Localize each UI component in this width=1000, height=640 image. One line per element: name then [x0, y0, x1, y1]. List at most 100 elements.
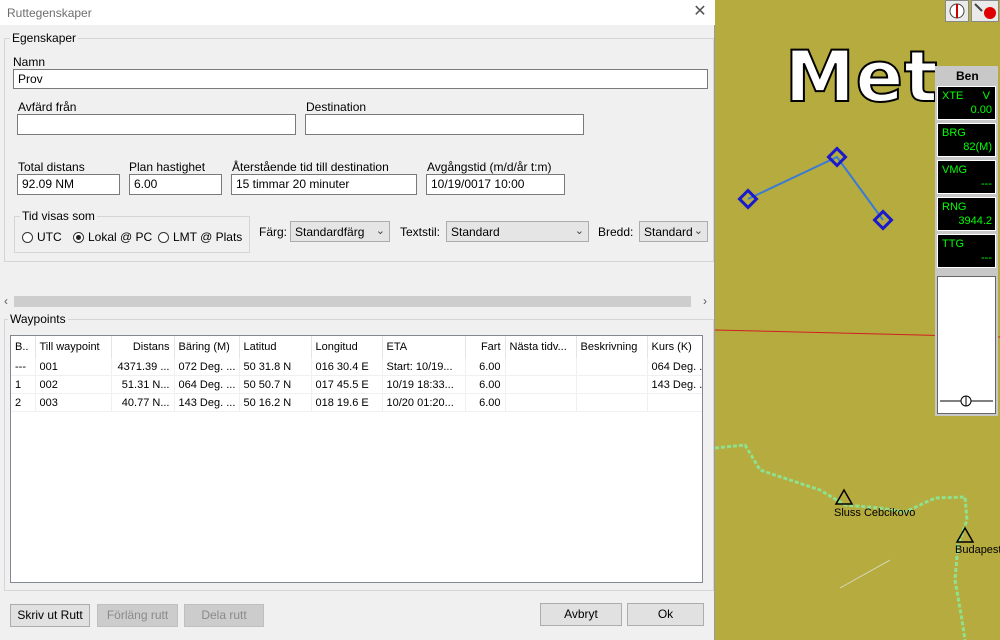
table-cell: 017 45.5 E [311, 375, 383, 394]
compass-icon[interactable] [945, 0, 969, 22]
table-cell: 001 [35, 358, 112, 376]
radio-local-pc[interactable]: Lokal @ PC [73, 230, 152, 244]
destination-label: Destination [306, 100, 367, 114]
time-display-label: Tid visas som [20, 209, 97, 223]
map-place-label: Sluss Cebcikovo [834, 507, 916, 519]
from-field[interactable] [17, 114, 296, 135]
from-label: Avfärd från [18, 100, 77, 114]
column-header[interactable]: Kurs (K) [647, 336, 702, 358]
remaining-time-label: Återstående tid till destination [232, 160, 389, 174]
radio-lmt[interactable]: LMT @ Plats [158, 230, 242, 244]
table-cell: 10/20 01:20... [382, 393, 466, 412]
table-row[interactable]: 2 003 40.77 N... 143 Deg. ... 50 16.2 N … [11, 393, 702, 412]
column-header[interactable]: B.. [11, 336, 36, 358]
table-cell: 6.00 [465, 393, 506, 412]
destination-field[interactable] [305, 114, 584, 135]
departure-time-field[interactable]: 10/19/0017 10:00 [426, 174, 565, 195]
table-cell: 002 [35, 375, 112, 394]
column-header[interactable]: Longitud [311, 336, 383, 358]
dialog-title: Ruttegenskaper [7, 6, 92, 20]
route-line [747, 155, 884, 221]
chevron-down-icon: ⌄ [375, 225, 385, 237]
table-row[interactable]: --- 001 4371.39 ... 072 Deg. ... 50 31.8… [11, 358, 702, 376]
instrument-title: Ben [956, 69, 979, 83]
scrollbar-thumb[interactable] [14, 296, 691, 307]
radio-button-icon [158, 231, 169, 243]
table-cell [505, 393, 577, 412]
column-header[interactable]: Bäring (M) [174, 336, 240, 358]
table-cell: 2 [11, 393, 36, 412]
properties-group-label: Egenskaper [10, 31, 79, 45]
brg-instrument: BRG 82(M) [937, 123, 996, 157]
table-cell: 50 31.8 N [239, 358, 312, 376]
column-header[interactable]: Nästa tidv... [505, 336, 577, 358]
table-row[interactable]: 1 002 51.31 N... 064 Deg. ... 50 50.7 N … [11, 375, 702, 394]
table-cell: 003 [35, 393, 112, 412]
name-label: Namn [13, 55, 46, 69]
color-select[interactable]: Standardfärg ⌄ [290, 221, 390, 242]
scroll-right-icon[interactable]: › [703, 294, 707, 308]
xte-instrument: XTE V 0.00 [937, 86, 996, 120]
rng-instrument: RNG 3944.2 [937, 197, 996, 231]
table-cell: 1 [11, 375, 36, 394]
table-cell: 50 50.7 N [239, 375, 312, 394]
map-big-label: Met [784, 35, 939, 119]
column-header[interactable]: Distans [111, 336, 175, 358]
waypoints-group-label: Waypoints [8, 312, 68, 326]
table-cell: 6.00 [465, 358, 506, 376]
map-place-label: Budapest [955, 544, 1000, 556]
plan-speed-label: Plan hastighet [129, 160, 206, 174]
column-header[interactable]: Latitud [239, 336, 312, 358]
table-cell: 40.77 N... [111, 393, 175, 412]
name-field[interactable]: Prov [13, 69, 708, 89]
column-header[interactable]: Till waypoint [35, 336, 112, 358]
table-cell [505, 358, 577, 376]
cancel-button[interactable]: Avbryt [540, 603, 622, 626]
horizontal-scrollbar[interactable]: ‹ › [0, 293, 715, 310]
table-cell [576, 375, 648, 394]
table-header-row: B.. Till waypoint Distans Bäring (M) Lat… [11, 336, 702, 358]
table-cell: 064 Deg. ... [174, 375, 240, 394]
close-icon[interactable]: ✕ [690, 2, 710, 22]
departure-time-label: Avgångstid (m/d/år t:m) [427, 160, 552, 174]
print-route-button[interactable]: Skriv ut Rutt [10, 604, 90, 627]
table-cell: 51.31 N... [111, 375, 175, 394]
table-cell: 143 Deg. ... [174, 393, 240, 412]
title-bar[interactable]: Ruttegenskaper ✕ [0, 0, 715, 25]
table-cell [505, 375, 577, 394]
vmg-instrument: VMG --- [937, 160, 996, 194]
table-cell: Start: 10/19... [382, 358, 466, 376]
column-header[interactable]: Fart [465, 336, 506, 358]
chevron-down-icon: ⌄ [574, 225, 584, 237]
textstyle-label: Textstil: [400, 225, 441, 239]
table-cell: 072 Deg. ... [174, 358, 240, 376]
route-properties-dialog: Ruttegenskaper ✕ Egenskaper Namn Prov Av… [0, 0, 715, 640]
xte-graph [937, 276, 996, 414]
textstyle-select[interactable]: Standard ⌄ [446, 221, 589, 242]
table-cell: --- [11, 358, 36, 376]
track-line [839, 559, 891, 589]
plan-speed-field[interactable]: 6.00 [129, 174, 222, 195]
table-cell [576, 393, 648, 412]
remaining-time-field: 15 timmar 20 minuter [231, 174, 417, 195]
table-cell: 143 Deg. ... [647, 375, 702, 394]
waypoints-table[interactable]: B.. Till waypoint Distans Bäring (M) Lat… [10, 335, 703, 583]
table-cell [576, 358, 648, 376]
radio-button-selected-icon [73, 231, 84, 243]
table-cell: 4371.39 ... [111, 358, 175, 376]
scroll-left-icon[interactable]: ‹ [4, 294, 8, 308]
gps-status-icon[interactable] [971, 0, 999, 22]
extend-route-button[interactable]: Förläng rutt [97, 604, 178, 627]
split-route-button[interactable]: Dela rutt [184, 604, 264, 627]
table-cell: 018 19.6 E [311, 393, 383, 412]
column-header[interactable]: Beskrivning [576, 336, 648, 358]
color-label: Färg: [259, 225, 288, 239]
ok-button[interactable]: Ok [627, 603, 704, 626]
width-select[interactable]: Standard ⌄ [639, 221, 708, 242]
radio-utc[interactable]: UTC [22, 230, 62, 244]
total-distance-label: Total distans [18, 160, 85, 174]
column-header[interactable]: ETA [382, 336, 466, 358]
table-cell: 6.00 [465, 375, 506, 394]
table-cell: 50 16.2 N [239, 393, 312, 412]
table-cell [647, 393, 702, 412]
